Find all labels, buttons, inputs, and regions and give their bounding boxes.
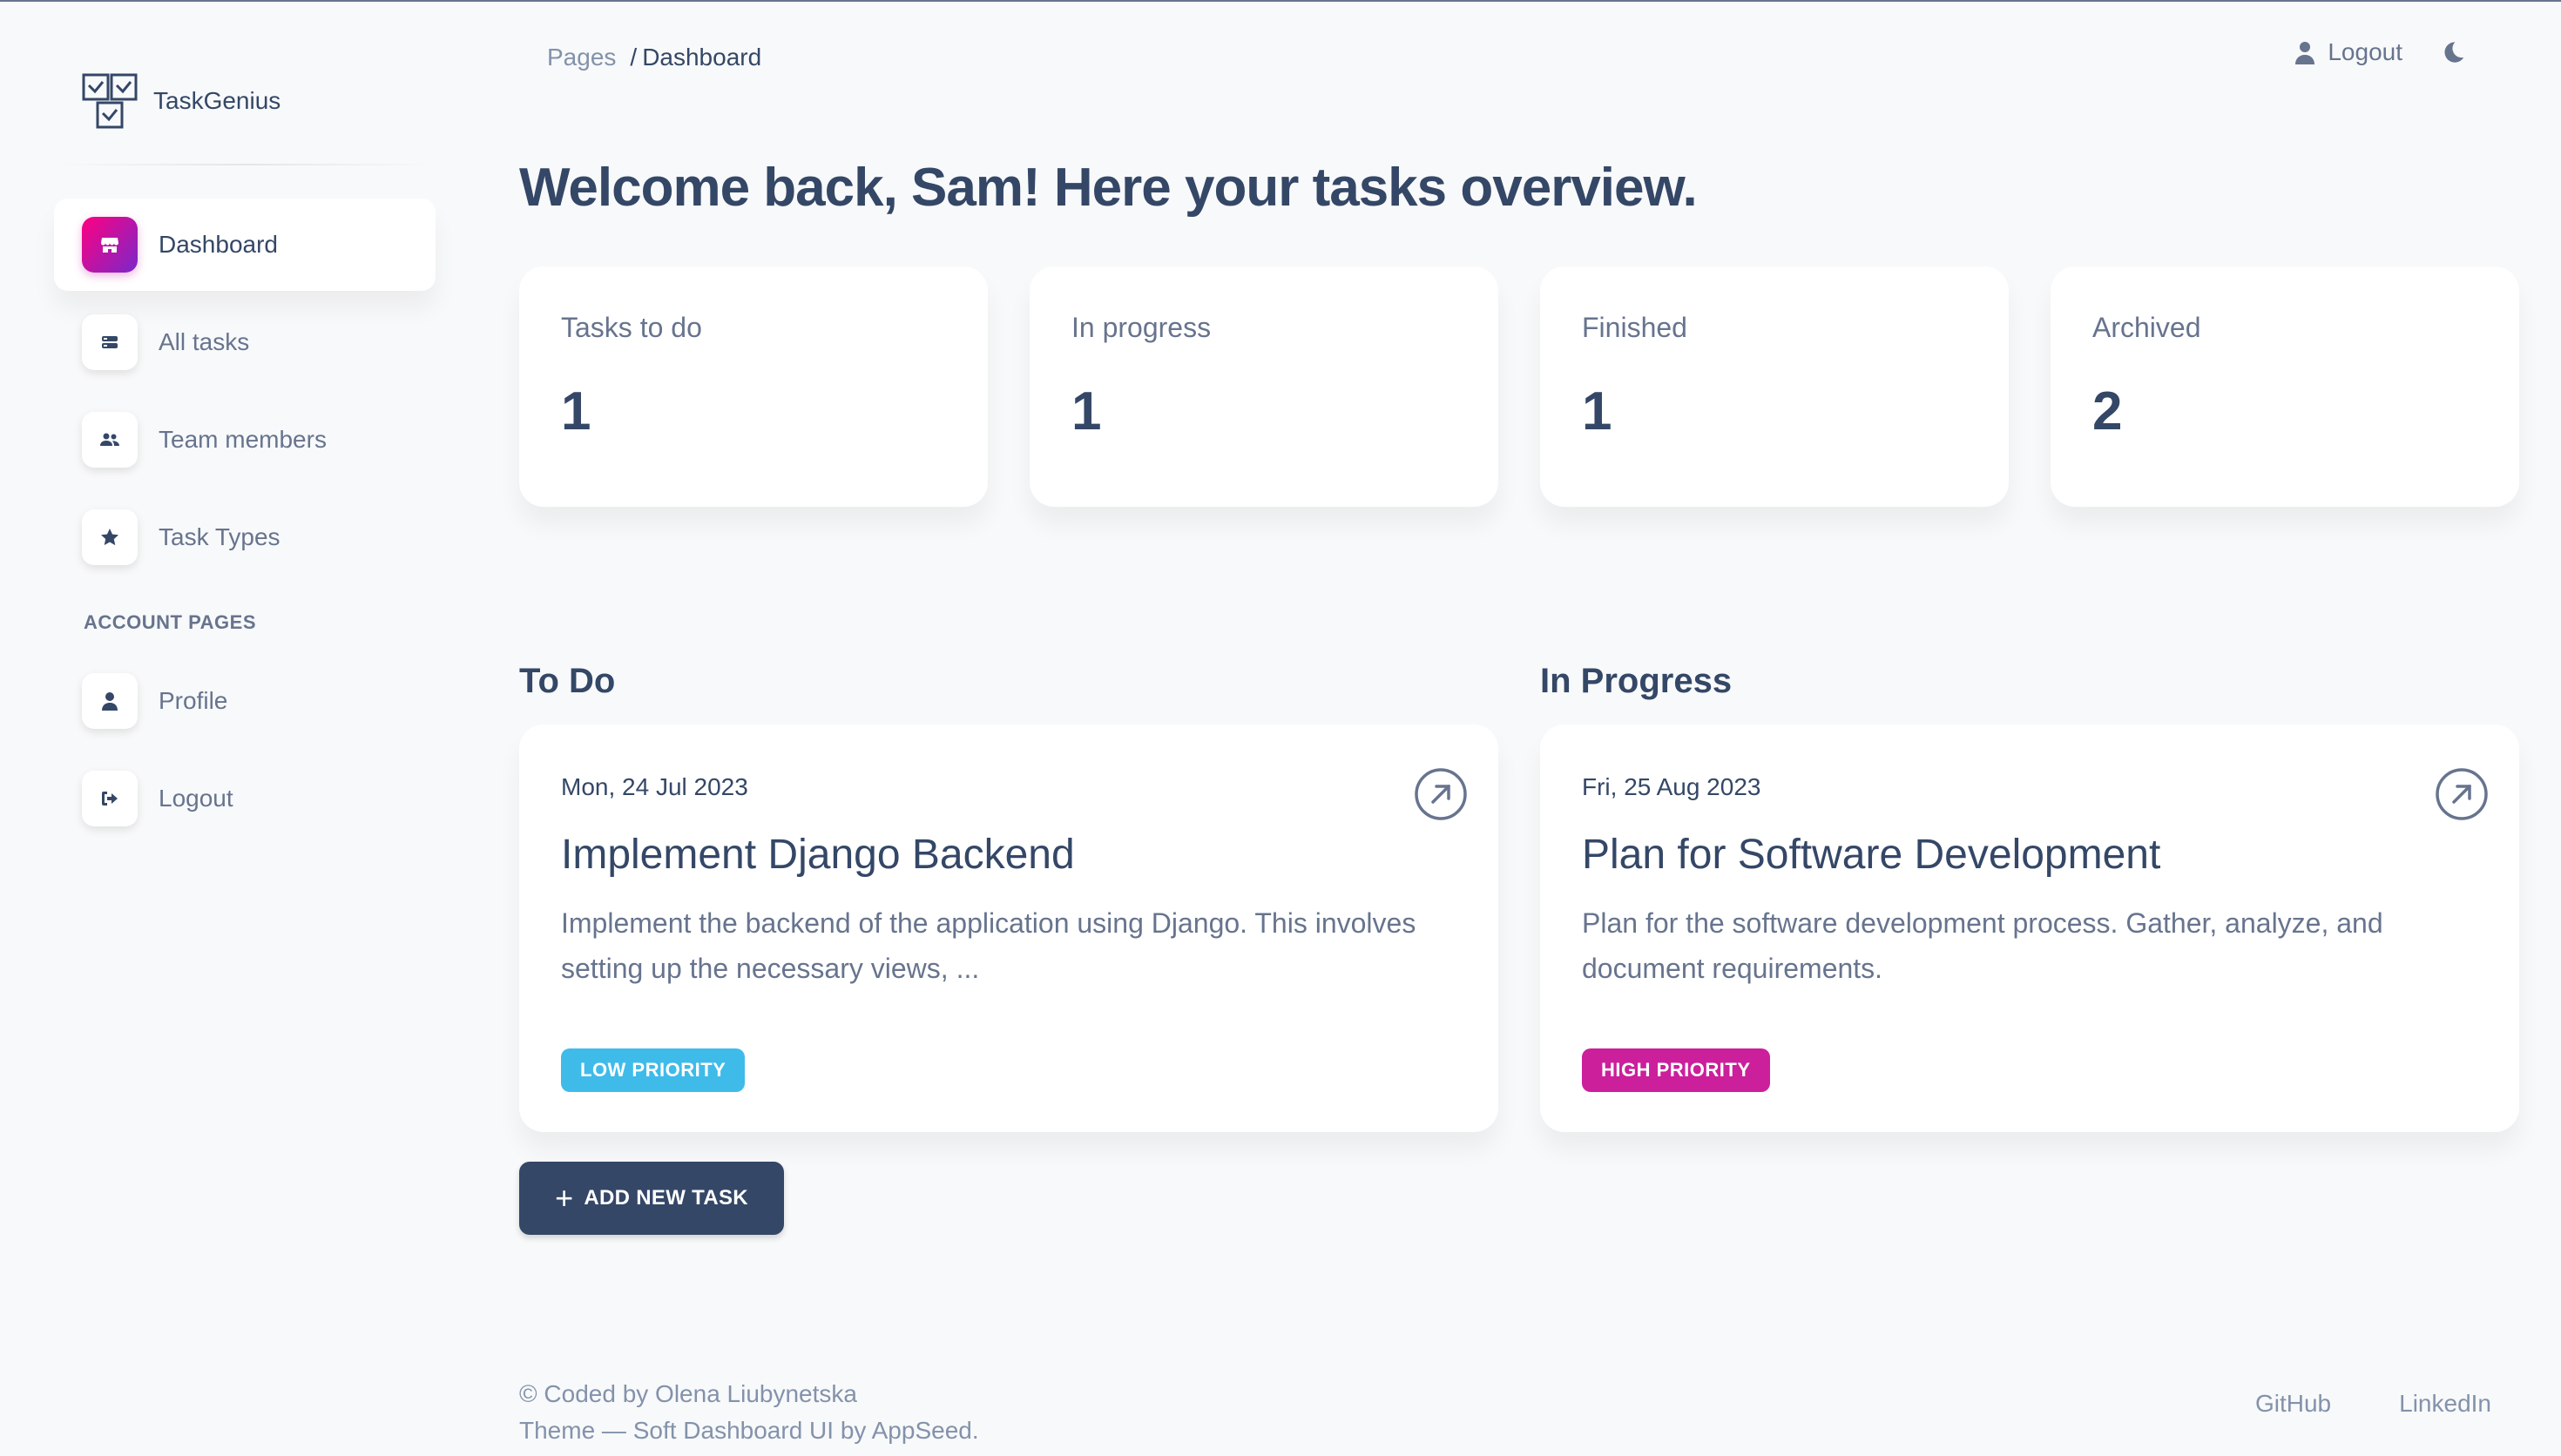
- open-task-button[interactable]: [2434, 766, 2490, 822]
- sidebar: TaskGenius Dashboard All tasks Team memb…: [54, 52, 437, 836]
- stat-value: 1: [561, 381, 591, 442]
- task-card[interactable]: Mon, 24 Jul 2023 Implement Django Backen…: [519, 725, 1498, 1132]
- list-icon: [82, 314, 138, 370]
- section-title-in-progress: In Progress: [1540, 662, 1733, 700]
- stat-card-tasks-to-do: Tasks to do 1: [519, 266, 988, 507]
- add-new-task-button[interactable]: + ADD NEW TASK: [519, 1162, 784, 1235]
- sidebar-item-label: Logout: [159, 785, 233, 812]
- open-task-button[interactable]: [1413, 766, 1469, 822]
- sidebar-item-profile[interactable]: Profile: [54, 655, 436, 747]
- sidebar-item-label: Profile: [159, 687, 228, 714]
- breadcrumb-pages-link[interactable]: Pages: [547, 44, 616, 71]
- footer-link-linkedin[interactable]: LinkedIn: [2399, 1390, 2491, 1418]
- sidebar-item-all-tasks[interactable]: All tasks: [54, 296, 436, 388]
- sidebar-item-team-members[interactable]: Team members: [54, 394, 436, 486]
- header-logout-link[interactable]: Logout: [2294, 38, 2402, 66]
- stat-value: 1: [1582, 381, 1612, 442]
- footer-theme: Theme — Soft Dashboard UI by AppSeed.: [519, 1417, 979, 1444]
- brand-name: TaskGenius: [153, 87, 281, 114]
- footer-link-github[interactable]: GitHub: [2255, 1390, 2331, 1418]
- page-title: Welcome back, Sam! Here your tasks overv…: [519, 158, 1698, 218]
- breadcrumb-current: Dashboard: [642, 44, 762, 71]
- dark-mode-toggle[interactable]: [2441, 40, 2465, 64]
- sidebar-item-dashboard[interactable]: Dashboard: [54, 199, 436, 291]
- breadcrumb: Pages / Dashboard: [547, 44, 761, 71]
- sidebar-item-task-types[interactable]: Task Types: [54, 491, 436, 583]
- section-heading-account-pages: ACCOUNT PAGES: [84, 611, 256, 633]
- shop-icon: [82, 217, 138, 273]
- sidebar-item-label: Dashboard: [159, 231, 278, 258]
- plus-icon: +: [555, 1180, 574, 1216]
- stat-label: Finished: [1582, 312, 1687, 343]
- section-title-todo: To Do: [519, 662, 616, 700]
- sidebar-item-logout[interactable]: Logout: [54, 752, 436, 845]
- priority-badge: LOW PRIORITY: [561, 1048, 746, 1092]
- arrow-up-right-icon: [2436, 768, 2488, 820]
- brand[interactable]: TaskGenius: [80, 70, 280, 132]
- add-new-task-label: ADD NEW TASK: [584, 1186, 748, 1210]
- footer-links: GitHub LinkedIn: [2187, 1390, 2491, 1418]
- user-icon: [2295, 42, 2315, 64]
- sidebar-item-label: All tasks: [159, 328, 250, 355]
- sidebar-item-label: Task Types: [159, 523, 280, 550]
- stat-label: In progress: [1071, 312, 1212, 343]
- breadcrumb-separator: /: [630, 44, 638, 71]
- stat-card-archived: Archived 2: [2051, 266, 2519, 507]
- sign-out-icon: [82, 771, 138, 826]
- task-title: Implement Django Backend: [561, 832, 1075, 878]
- task-date: Fri, 25 Aug 2023: [1582, 773, 1761, 800]
- user-icon: [82, 673, 138, 729]
- task-title: Plan for Software Development: [1582, 832, 2161, 878]
- task-description: Plan for the software development proces…: [1582, 907, 2383, 984]
- arrow-up-right-icon: [1415, 768, 1467, 820]
- footer-credits: © Coded by Olena Liubynetska Theme — Sof…: [519, 1376, 979, 1449]
- stat-card-in-progress: In progress 1: [1030, 266, 1498, 507]
- task-date: Mon, 24 Jul 2023: [561, 773, 748, 800]
- header-logout-label: Logout: [2328, 38, 2402, 65]
- stat-value: 1: [1071, 381, 1102, 442]
- top-border: [0, 0, 2561, 2]
- stat-value: 2: [2092, 381, 2123, 442]
- stat-label: Tasks to do: [561, 312, 702, 343]
- moon-icon: [2444, 42, 2464, 63]
- task-card[interactable]: Fri, 25 Aug 2023 Plan for Software Devel…: [1540, 725, 2519, 1132]
- stat-card-finished: Finished 1: [1540, 266, 2009, 507]
- divider: [54, 164, 437, 165]
- stat-label: Archived: [2092, 312, 2201, 343]
- users-icon: [82, 412, 138, 468]
- sidebar-item-label: Team members: [159, 426, 327, 453]
- logo-icon: [82, 73, 138, 129]
- task-description: Implement the backend of the application…: [561, 907, 1416, 984]
- priority-badge: HIGH PRIORITY: [1582, 1048, 1770, 1092]
- star-icon: [82, 509, 138, 565]
- footer-credit: © Coded by Olena Liubynetska: [519, 1380, 857, 1407]
- header-actions: Logout: [2294, 38, 2465, 66]
